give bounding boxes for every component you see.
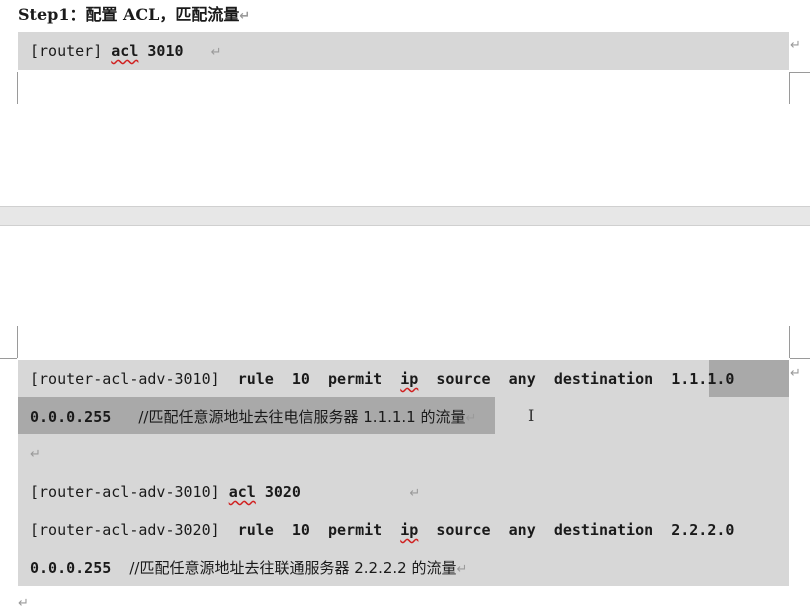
paragraph-mark-icon: ↵ (409, 486, 421, 501)
crop-mark (789, 72, 790, 104)
code-block-2[interactable]: [router-acl-adv-3010] rule 10 permit ip … (18, 360, 789, 586)
code-line-rule-3020: [router-acl-adv-3020] rule 10 permit ip … (30, 520, 734, 540)
code-line-rule-3010: [router-acl-adv-3010] rule 10 permit ip … (30, 369, 734, 389)
crop-mark (17, 72, 18, 104)
crop-mark (790, 72, 810, 73)
crop-mark (17, 326, 18, 358)
code-comment: //匹配任意源地址去往联通服务器 2.2.2.2 的流量 (129, 559, 457, 577)
cli-command: acl (111, 42, 139, 60)
cli-keyword: any (508, 521, 536, 539)
code-line-acl-3020: [router-acl-adv-3010] acl 3020 ↵ (30, 482, 420, 504)
paragraph-mark-icon: ↵ (456, 562, 468, 577)
text-cursor-icon: I (528, 406, 535, 425)
cli-prompt: [router] (30, 42, 103, 60)
cli-prompt: [router-acl-adv-3010] (30, 483, 220, 501)
return-mark-icon: ↵ (790, 366, 801, 381)
cli-keyword: destination (553, 521, 654, 539)
code-block-1[interactable]: [router] acl 3010 ↵ (18, 32, 789, 70)
cli-keyword: destination (553, 370, 654, 388)
cli-rule-id: 10 (291, 370, 310, 388)
cli-keyword: ip (400, 521, 419, 539)
return-mark-icon: ↵ (790, 38, 801, 53)
cli-keyword: permit (328, 521, 383, 539)
cli-ip-address: 2.2.2.0 (671, 521, 735, 539)
paragraph-mark-icon: ↵ (18, 596, 29, 611)
cli-command: acl (228, 483, 256, 501)
code-line-acl-3010: [router] acl 3010 ↵ (30, 41, 222, 63)
crop-mark (0, 358, 17, 359)
step-heading: Step1：配置 ACL，匹配流量↵ (18, 4, 250, 26)
cli-keyword: source (436, 370, 491, 388)
document-page-top (0, 0, 810, 206)
code-line-mask-comment-1: 0.0.0.255 //匹配任意源地址去往电信服务器 1.1.1.1 的流量↵ (30, 407, 476, 429)
crop-mark (789, 326, 790, 358)
cli-prompt: [router-acl-adv-3010] (30, 370, 220, 388)
cli-wildcard-mask: 0.0.0.255 (30, 408, 112, 426)
crop-mark (790, 358, 810, 359)
cli-ip-address: 1.1.1.0 (671, 370, 735, 388)
cli-wildcard-mask: 0.0.0.255 (30, 559, 112, 577)
cli-keyword: permit (328, 370, 383, 388)
paragraph-mark-icon: ↵ (239, 9, 251, 24)
code-comment: //匹配任意源地址去往电信服务器 1.1.1.1 的流量 (138, 408, 466, 426)
cli-rule-id: 10 (291, 521, 310, 539)
cli-keyword: ip (400, 370, 419, 388)
paragraph-mark-icon: ↵ (30, 447, 41, 462)
cli-keyword: rule (237, 370, 274, 388)
heading-text: Step1：配置 ACL，匹配流量 (18, 5, 240, 24)
empty-line: ↵ (30, 443, 41, 465)
paragraph-mark-icon: ↵ (210, 45, 222, 60)
page-break-gap (0, 206, 810, 226)
cli-keyword: rule (237, 521, 274, 539)
cli-acl-number: 3010 (147, 42, 184, 60)
code-line-mask-comment-2: 0.0.0.255 //匹配任意源地址去往联通服务器 2.2.2.2 的流量↵ (30, 558, 467, 580)
cli-acl-number: 3020 (264, 483, 301, 501)
cli-keyword: source (436, 521, 491, 539)
paragraph-mark-icon: ↵ (465, 411, 477, 426)
cli-keyword: any (508, 370, 536, 388)
cli-prompt: [router-acl-adv-3020] (30, 521, 220, 539)
